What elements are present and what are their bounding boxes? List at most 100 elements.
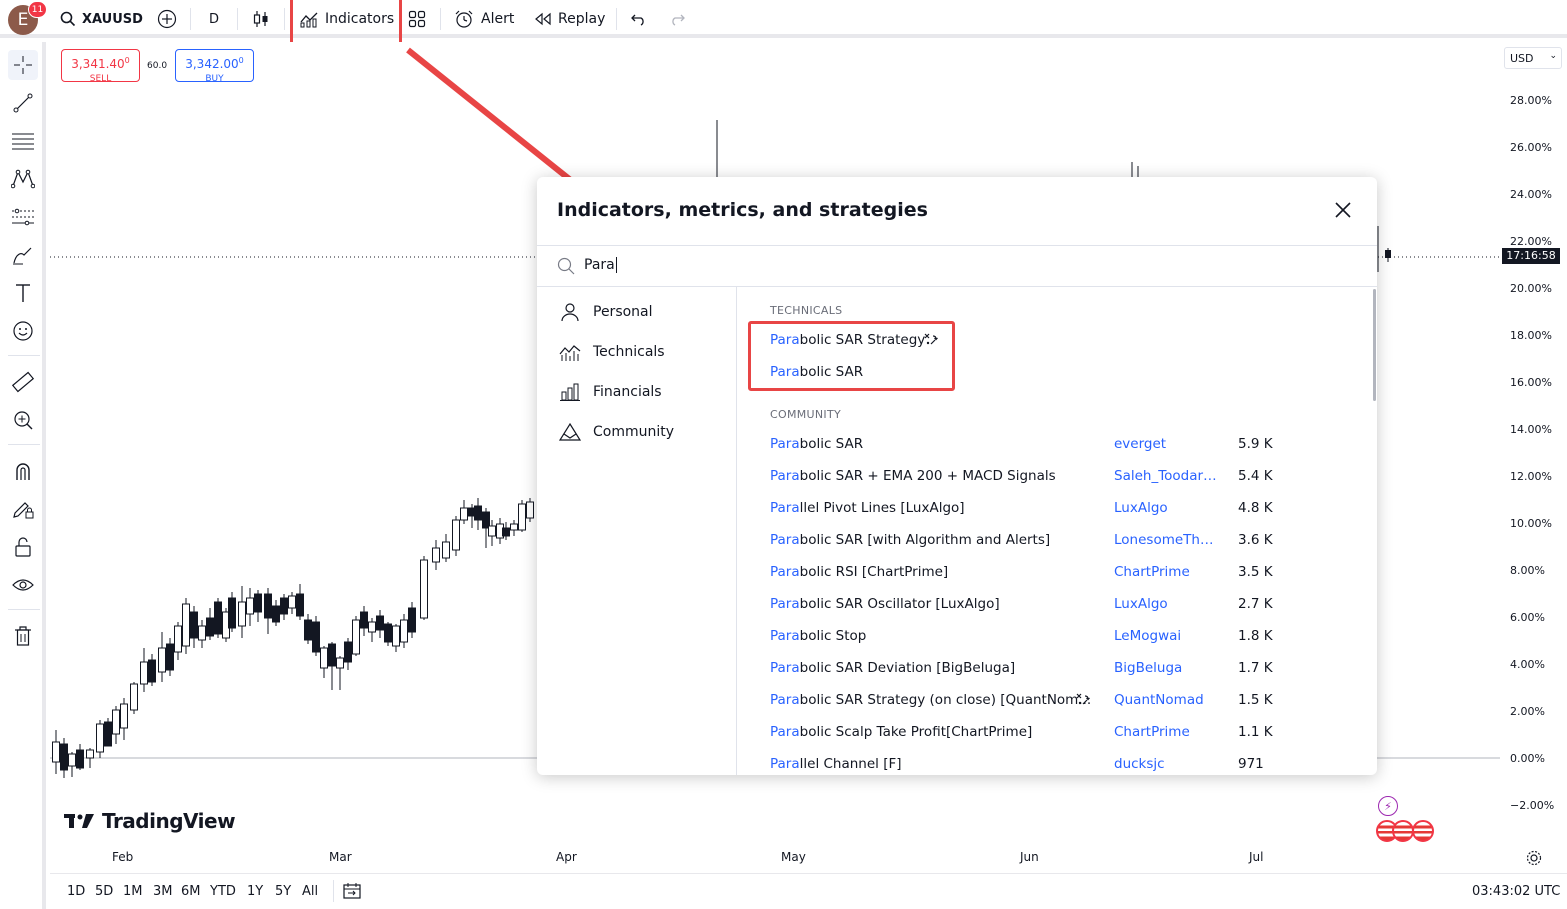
indicator-result-row[interactable]: Parabolic SAR Deviation [BigBeluga] BigBe… <box>738 653 1368 685</box>
results-scrollbar[interactable] <box>1373 289 1376 401</box>
sidebar-item-personal[interactable]: Personal <box>559 300 653 324</box>
author-link[interactable]: LeMogwai <box>1114 628 1181 644</box>
price-axis[interactable]: USD ⌄ 28.00% 26.00% 24.00% 22.00% 20.00% 18.0… <box>1500 42 1567 847</box>
range-button-1d[interactable]: 1D <box>67 884 85 899</box>
indicator-name: Parabolic SAR Deviation [BigBeluga] <box>770 660 1015 676</box>
forecast-tool[interactable] <box>8 202 38 232</box>
settings-gear-icon[interactable] <box>1526 850 1542 866</box>
indicator-result-row[interactable]: Parabolic SAR [with Algorithm and Alerts… <box>738 525 1368 557</box>
time-axis[interactable]: Feb Mar Apr May Jun Jul <box>50 847 1567 873</box>
remove-drawings-tool[interactable] <box>8 621 38 651</box>
author-link[interactable]: BigBeluga <box>1114 660 1182 676</box>
indicator-result-row[interactable]: Parabolic Scalp Take Profit[ChartPrime] C… <box>738 717 1368 749</box>
range-button-all[interactable]: All <box>302 884 318 899</box>
chevron-down-icon: ⌄ <box>1549 51 1557 61</box>
indicator-result-row[interactable]: Parallel Pivot Lines [LuxAlgo] LuxAlgo 4.8… <box>738 493 1368 525</box>
candle-body <box>96 723 104 753</box>
goto-date-icon[interactable] <box>342 882 362 900</box>
measure-tool[interactable] <box>8 367 38 397</box>
candle-body <box>86 749 94 759</box>
usage-count: 1.7 K <box>1238 660 1273 676</box>
sidebar-item-community[interactable]: Community <box>559 420 674 444</box>
author-link[interactable]: ChartPrime <box>1114 724 1190 740</box>
symbol-search-button[interactable]: XAUUSD <box>60 0 143 38</box>
indicator-result-row[interactable]: Parabolic SAR Strategy (on close) [Quant… <box>738 685 1368 717</box>
sidebar-item-technicals[interactable]: Technicals <box>559 340 665 364</box>
toolbar-divider <box>8 609 40 610</box>
chart-type-button[interactable] <box>252 0 270 38</box>
crosshair-tool[interactable] <box>8 50 38 80</box>
indicator-name: Parabolic Scalp Take Profit[ChartPrime] <box>770 724 1032 740</box>
lightning-icon[interactable]: ⚡ <box>1378 796 1398 816</box>
undo-icon <box>631 14 644 26</box>
range-button-1m[interactable]: 1M <box>123 884 143 899</box>
author-link[interactable]: QuantNomad <box>1114 692 1204 708</box>
tradingview-logo[interactable]: TradingView <box>64 809 236 833</box>
currency-label: USD <box>1510 52 1534 65</box>
alert-button[interactable]: Alert <box>453 0 514 38</box>
range-button-5d[interactable]: 5D <box>95 884 113 899</box>
candle-body <box>518 503 526 531</box>
toolbar-divider <box>8 444 40 445</box>
redo-button[interactable] <box>668 0 686 38</box>
usage-count: 1.8 K <box>1238 628 1273 644</box>
notification-badge: 11 <box>28 1 47 18</box>
candle-body <box>214 601 222 635</box>
compare-symbol-button[interactable] <box>157 0 177 38</box>
strategy-icon <box>1076 693 1090 705</box>
search-input[interactable]: Para <box>584 257 617 273</box>
economic-events[interactable] <box>1376 820 1434 842</box>
interval-button[interactable]: D <box>209 0 219 38</box>
close-icon[interactable] <box>1333 200 1353 220</box>
indicator-result-row[interactable]: Parallel Channel [F] ducksjc 971 <box>738 749 1368 775</box>
indicator-result-row[interactable]: Parabolic SAR everget 5.9 K <box>738 429 1368 461</box>
magnet-tool[interactable] <box>8 456 38 486</box>
undo-button[interactable] <box>630 0 648 38</box>
eye-icon <box>12 579 34 591</box>
range-button-ytd[interactable]: YTD <box>210 884 236 899</box>
author-link[interactable]: LonesomeThe... <box>1114 532 1219 548</box>
clock-label[interactable]: 03:43:02 UTC <box>1472 884 1560 899</box>
candle-body <box>420 559 428 619</box>
trend-line-tool[interactable] <box>8 88 38 118</box>
pattern-tool[interactable] <box>8 164 38 194</box>
usage-count: 5.4 K <box>1238 468 1273 484</box>
zoom-tool[interactable] <box>8 405 38 435</box>
currency-selector[interactable]: USD ⌄ <box>1504 47 1562 69</box>
hide-tool[interactable] <box>8 570 38 600</box>
indicator-result-row[interactable]: Parabolic RSI [ChartPrime] ChartPrime 3.5 … <box>738 557 1368 589</box>
range-button-3m[interactable]: 3M <box>153 884 173 899</box>
range-button-5y[interactable]: 5Y <box>275 884 291 899</box>
author-link[interactable]: LuxAlgo <box>1114 596 1168 612</box>
indicator-result-row[interactable]: Parabolic SAR + EMA 200 + MACD Signals Sa… <box>738 461 1368 493</box>
sidebar-item-financials[interactable]: Financials <box>559 380 662 404</box>
lock-all-tool[interactable] <box>8 532 38 562</box>
usage-count: 3.6 K <box>1238 532 1273 548</box>
text-tool[interactable] <box>8 278 38 308</box>
candle-body <box>104 721 112 747</box>
layouts-button[interactable] <box>408 0 426 38</box>
category-sidebar: Personal Technicals Financials Community <box>537 287 737 775</box>
fib-tool[interactable] <box>8 126 38 156</box>
indicator-name: Parabolic SAR + EMA 200 + MACD Signals <box>770 468 1056 484</box>
emoji-tool[interactable] <box>8 316 38 346</box>
usage-count: 1.5 K <box>1238 692 1273 708</box>
range-button-6m[interactable]: 6M <box>181 884 201 899</box>
candle-body <box>432 547 440 563</box>
sell-button[interactable]: 3,341.400 SELL <box>61 49 140 84</box>
candle-body <box>296 593 304 617</box>
replay-button[interactable]: Replay <box>534 0 605 38</box>
brush-tool[interactable] <box>8 240 38 270</box>
author-link[interactable]: everget <box>1114 436 1166 452</box>
indicator-result-row[interactable]: Parabolic SAR Oscillator [LuxAlgo] LuxAlg… <box>738 589 1368 621</box>
author-link[interactable]: Saleh_Toodarv... <box>1114 468 1219 484</box>
buy-button[interactable]: 3,342.000 BUY <box>175 49 254 84</box>
lock-drawing-tool[interactable] <box>8 494 38 524</box>
indicator-result-row[interactable]: Parabolic Stop LeMogwai 1.8 K <box>738 621 1368 653</box>
author-link[interactable]: ducksjc <box>1114 756 1165 772</box>
range-button-1y[interactable]: 1Y <box>247 884 263 899</box>
author-link[interactable]: LuxAlgo <box>1114 500 1168 516</box>
author-link[interactable]: ChartPrime <box>1114 564 1190 580</box>
candle-body <box>254 593 262 613</box>
technicals-icon <box>559 345 581 361</box>
